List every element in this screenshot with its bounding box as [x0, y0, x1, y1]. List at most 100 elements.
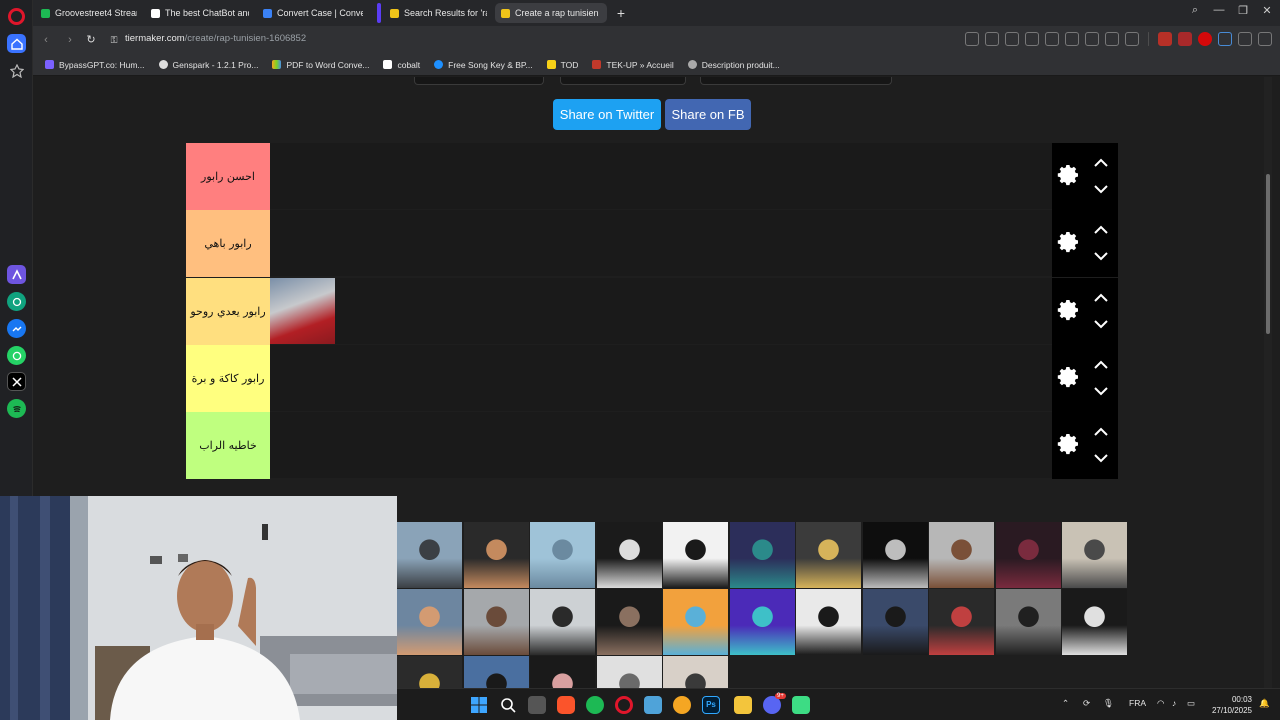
spotify-icon[interactable]	[7, 399, 26, 418]
tier-settings-gear-icon[interactable]	[1057, 298, 1081, 322]
tier-move-up-icon[interactable]	[1093, 292, 1109, 304]
edit-icon[interactable]	[985, 32, 999, 46]
rapper-image[interactable]	[929, 522, 994, 588]
tier-drop-zone[interactable]	[270, 345, 1052, 411]
messenger-icon[interactable]	[7, 319, 26, 338]
bookmark-free-song-key[interactable]: Free Song Key & BP...	[434, 60, 533, 70]
home-icon[interactable]	[7, 34, 26, 53]
extension-icon[interactable]	[1158, 32, 1172, 46]
zoom-icon[interactable]	[965, 32, 979, 46]
tier-move-down-icon[interactable]	[1093, 318, 1109, 330]
search-tabs-icon[interactable]: ⌕	[1186, 4, 1204, 17]
bookmark-genspark[interactable]: Genspark - 1.2.1 Pro...	[158, 60, 258, 70]
rapper-image[interactable]	[530, 589, 595, 655]
rapper-image[interactable]	[463, 589, 529, 655]
play-icon[interactable]	[1045, 32, 1059, 46]
tier-move-down-icon[interactable]	[1093, 385, 1109, 397]
rapper-image[interactable]	[463, 522, 529, 588]
back-icon[interactable]: ‹	[39, 33, 53, 47]
rapper-image[interactable]	[663, 522, 728, 588]
rapper-image[interactable]	[995, 522, 1061, 588]
rapper-image[interactable]	[995, 589, 1061, 655]
rapper-image[interactable]	[796, 589, 861, 655]
tab-groovestreet[interactable]: Groovestreet4 Stream - W	[35, 3, 143, 23]
bookmark-tek-up[interactable]: TEK-UP » Accueil	[592, 60, 674, 70]
tier-move-down-icon[interactable]	[1093, 250, 1109, 262]
rapper-image[interactable]	[862, 589, 928, 655]
fl-studio-icon[interactable]	[673, 696, 691, 714]
notification-bell-icon[interactable]: 🔔	[1259, 698, 1270, 709]
tier-settings-gear-icon[interactable]	[1057, 365, 1081, 389]
bookmark-tod[interactable]: TOD	[546, 60, 578, 70]
volume-icon[interactable]: ♪	[1172, 698, 1176, 708]
task-view-icon[interactable]	[528, 696, 546, 714]
x-icon[interactable]	[7, 372, 26, 391]
shield-icon[interactable]	[1025, 32, 1039, 46]
rapper-image[interactable]	[862, 522, 928, 588]
minimize-button[interactable]: —	[1210, 4, 1228, 16]
rapper-image[interactable]	[796, 522, 861, 588]
new-tab-button[interactable]: +	[613, 5, 629, 21]
tier-drop-zone[interactable]	[270, 278, 1052, 344]
tier-label[interactable]: رابور باهي	[186, 210, 270, 277]
microphone-icon[interactable]: 🎙	[1103, 698, 1114, 709]
whatsapp-icon[interactable]	[7, 346, 26, 365]
rapper-image[interactable]	[729, 522, 795, 588]
android-app-icon[interactable]	[792, 696, 810, 714]
close-window-button[interactable]: ✕	[1258, 4, 1276, 17]
language-indicator[interactable]: FRA	[1129, 698, 1146, 708]
extensions-icon[interactable]	[1258, 32, 1272, 46]
rapper-image[interactable]	[397, 522, 462, 588]
share-facebook-button[interactable]: Share on FB	[665, 99, 751, 130]
tier-move-down-icon[interactable]	[1093, 183, 1109, 195]
search-icon[interactable]	[499, 696, 517, 714]
rapper-image[interactable]	[663, 589, 728, 655]
rapper-image[interactable]	[270, 278, 335, 344]
audio-extension-icon[interactable]	[1218, 32, 1232, 46]
tier-settings-gear-icon[interactable]	[1057, 163, 1081, 187]
maximize-button[interactable]: ❐	[1234, 4, 1252, 17]
rapper-image[interactable]	[1062, 522, 1127, 588]
tier-drop-zone[interactable]	[270, 412, 1052, 478]
brave-icon[interactable]	[557, 696, 575, 714]
share-twitter-button[interactable]: Share on Twitter	[553, 99, 661, 130]
cutoff-select[interactable]	[700, 77, 892, 85]
profile-icon[interactable]	[1125, 32, 1139, 46]
youtube-extension-icon[interactable]	[1198, 32, 1212, 46]
rapper-image[interactable]	[929, 589, 994, 655]
rapper-image[interactable]	[397, 589, 462, 655]
extension-badge-icon[interactable]	[1178, 32, 1192, 46]
app-taskbar-icon[interactable]	[644, 696, 662, 714]
download-icon[interactable]	[1085, 32, 1099, 46]
heart-icon[interactable]	[1065, 32, 1079, 46]
rapper-image[interactable]	[1062, 589, 1127, 655]
bookmark-cobalt[interactable]: cobalt	[383, 60, 420, 70]
tier-move-up-icon[interactable]	[1093, 426, 1109, 438]
file-explorer-icon[interactable]	[734, 696, 752, 714]
rapper-image[interactable]	[729, 589, 795, 655]
start-icon[interactable]	[470, 696, 488, 714]
cutoff-select[interactable]	[414, 77, 544, 85]
bookmark-description-produit[interactable]: Description produit...	[687, 60, 780, 70]
tab-tiermaker-active[interactable]: Create a rap tunisien Tier	[495, 3, 607, 23]
tier-move-up-icon[interactable]	[1093, 359, 1109, 371]
tier-drop-zone[interactable]	[270, 143, 1052, 209]
vpn-icon[interactable]	[1238, 32, 1252, 46]
tray-overflow-icon[interactable]: ⌃	[1062, 698, 1069, 709]
tier-move-down-icon[interactable]	[1093, 452, 1109, 464]
spotify-taskbar-icon[interactable]	[586, 696, 604, 714]
opera-logo-icon[interactable]	[8, 8, 25, 25]
url-field[interactable]: tiermaker.com/create/rap-tunisien-160685…	[125, 33, 306, 44]
tier-move-up-icon[interactable]	[1093, 224, 1109, 236]
scrollbar-thumb[interactable]	[1266, 174, 1270, 334]
photoshop-icon[interactable]: Ps	[702, 696, 720, 714]
rapper-image[interactable]	[596, 522, 662, 588]
bookmark-pdf-to-word[interactable]: PDF to Word Conve...	[272, 60, 369, 70]
bookmark-bypassgpt[interactable]: BypassGPT.co: Hum...	[45, 60, 145, 70]
rapper-image[interactable]	[530, 522, 595, 588]
tier-label[interactable]: احسن رابور	[186, 143, 270, 210]
battery-icon[interactable]: ▭	[1187, 698, 1195, 709]
pinboard-icon[interactable]	[7, 61, 26, 80]
site-info-icon[interactable]: ⚿	[107, 33, 121, 47]
tab-chatbot[interactable]: The best ChatBot and Wi	[145, 3, 255, 23]
